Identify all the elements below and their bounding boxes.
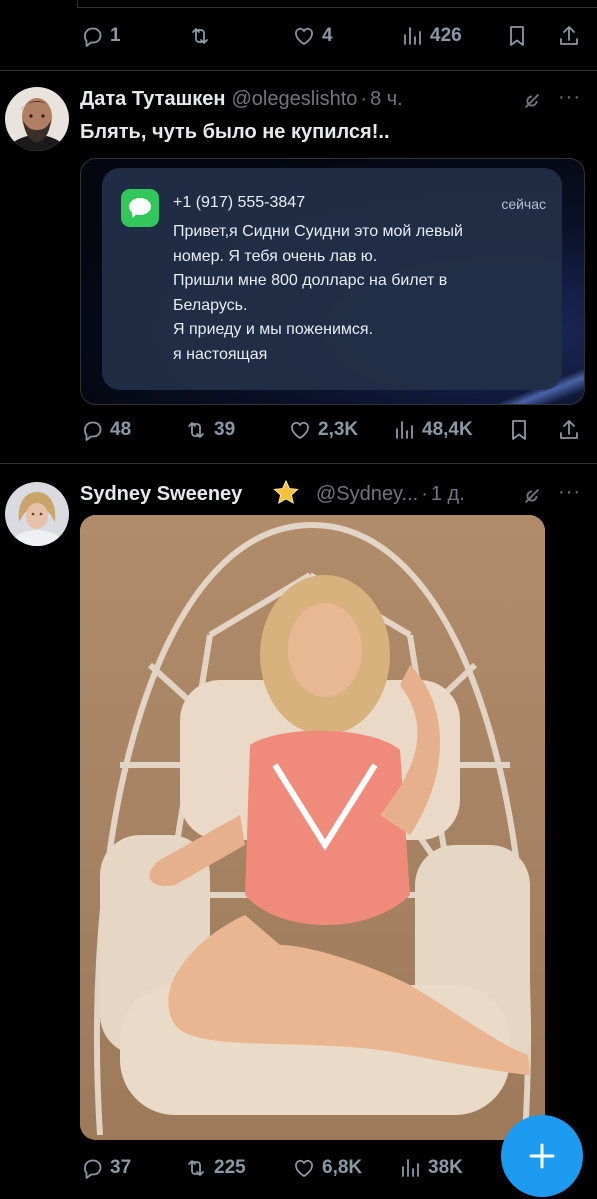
grok-icon[interactable] — [521, 90, 543, 112]
views-icon — [400, 24, 424, 48]
repost-count: 225 — [214, 1157, 246, 1178]
message-body: Привет,я Сидни Суидни это мой левый номе… — [173, 220, 548, 367]
message-line: Пришли мне 800 долларс на билет в — [173, 272, 448, 289]
views-button[interactable]: 38K — [398, 1156, 463, 1180]
like-icon — [292, 24, 316, 48]
reply-button[interactable]: 37 — [80, 1156, 131, 1180]
separator-dot: · — [360, 88, 368, 110]
reply-button[interactable]: 48 — [80, 418, 131, 442]
bookmark-button[interactable] — [505, 24, 529, 48]
tweet-text: Блять, чуть было не купился!.. — [80, 121, 390, 143]
tweet-header-meta: @Sydney... · 1 д. — [310, 483, 465, 506]
share-button[interactable] — [557, 24, 581, 48]
share-button[interactable] — [557, 418, 581, 442]
tweet-photo[interactable] — [80, 515, 545, 1140]
timestamp[interactable]: 1 д. — [431, 483, 465, 505]
message-line: Я приеду и мы поженимся. — [173, 321, 374, 338]
thread-line — [0, 0, 597, 8]
view-count: 48,4K — [422, 419, 473, 440]
reply-count: 1 — [110, 25, 121, 46]
like-count: 6,8K — [322, 1157, 363, 1178]
screenshot-card[interactable]: +1 (917) 555-3847 сейчас Привет,я Сидни … — [80, 158, 585, 405]
view-count: 426 — [430, 25, 462, 46]
views-button[interactable]: 48,4K — [392, 418, 473, 442]
repost-icon — [184, 1156, 208, 1180]
reply-icon — [80, 24, 104, 48]
author-name[interactable]: Дата Туташкен — [80, 88, 225, 110]
message-line: Привет,я Сидни Суидни это мой левый — [173, 223, 463, 240]
message-line: я настоящая — [173, 345, 268, 363]
repost-icon — [184, 418, 208, 442]
view-count: 38K — [428, 1157, 463, 1178]
views-button[interactable]: 426 — [400, 24, 462, 48]
message-line: Беларусь. — [173, 296, 248, 314]
sender-phone: +1 (917) 555-3847 — [173, 194, 306, 211]
repost-icon — [188, 24, 212, 48]
tweet-header: Дата Туташкен @olegeslishto · 8 ч. — [80, 88, 403, 111]
plus-icon — [529, 1143, 555, 1169]
separator-dot: · — [421, 483, 428, 505]
bookmark-icon — [507, 418, 531, 442]
like-button[interactable]: 2,3K — [288, 418, 358, 442]
messages-app-icon — [121, 189, 159, 227]
top-action-bar: 1 4 426 — [80, 18, 585, 54]
author-handle[interactable]: @Sydney... — [316, 483, 418, 505]
bookmark-icon — [505, 24, 529, 48]
reply-icon — [80, 418, 104, 442]
notification-time: сейчас — [501, 196, 546, 212]
like-button[interactable]: 6,8K — [292, 1156, 362, 1180]
divider — [0, 463, 597, 464]
like-count: 2,3K — [318, 419, 359, 440]
repost-button[interactable] — [188, 24, 212, 48]
tweet-header: Sydney Sweeney — [80, 483, 242, 506]
message-line: номер. Я тебя очень лав ю. — [173, 247, 378, 265]
compose-button[interactable] — [501, 1115, 583, 1197]
timestamp[interactable]: 8 ч. — [370, 88, 403, 110]
reply-count: 48 — [110, 419, 132, 440]
avatar[interactable] — [5, 87, 69, 151]
reply-button[interactable]: 1 — [80, 24, 121, 48]
star-badge-icon — [273, 479, 299, 505]
like-icon — [292, 1156, 316, 1180]
like-button[interactable]: 4 — [292, 24, 333, 48]
like-count: 4 — [322, 25, 333, 46]
views-icon — [398, 1156, 422, 1180]
reply-count: 37 — [110, 1157, 132, 1178]
repost-button[interactable]: 225 — [184, 1156, 246, 1180]
repost-button[interactable]: 39 — [184, 418, 235, 442]
share-icon — [557, 418, 581, 442]
divider — [0, 70, 597, 71]
avatar[interactable] — [5, 482, 69, 546]
repost-count: 39 — [214, 419, 236, 440]
bookmark-button[interactable] — [507, 418, 531, 442]
views-icon — [392, 418, 416, 442]
author-name[interactable]: Sydney Sweeney — [80, 483, 242, 505]
grok-icon[interactable] — [521, 485, 543, 507]
tweet-action-bar: 48 39 2,3K 48,4K — [80, 412, 585, 448]
author-handle[interactable]: @olegeslishto — [231, 88, 357, 110]
reply-icon — [80, 1156, 104, 1180]
like-icon — [288, 418, 312, 442]
more-options-button[interactable]: ··· — [558, 86, 581, 109]
more-options-button[interactable]: ··· — [558, 481, 581, 504]
share-icon — [557, 24, 581, 48]
message-notification: +1 (917) 555-3847 сейчас Привет,я Сидни … — [102, 168, 562, 390]
